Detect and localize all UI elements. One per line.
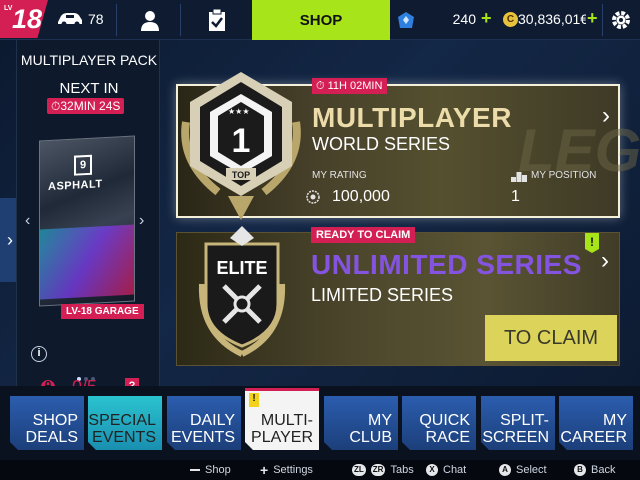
divider bbox=[602, 4, 603, 36]
shop-tab[interactable]: SHOP bbox=[252, 0, 390, 40]
profile-icon[interactable] bbox=[138, 8, 162, 32]
chevron-right-icon[interactable]: › bbox=[601, 247, 609, 275]
svg-text:★★★: ★★★ bbox=[228, 107, 250, 116]
unlimited-series-title: UNLIMITED SERIES bbox=[311, 249, 582, 280]
hint-back[interactable]: B Back bbox=[574, 464, 615, 476]
a-button-icon: A bbox=[499, 464, 511, 476]
tab-quick-race[interactable]: QUICK RACE bbox=[402, 396, 476, 450]
pack-prev-chevron-icon[interactable]: ‹ bbox=[25, 212, 30, 230]
clipboard-check-icon[interactable] bbox=[205, 8, 229, 32]
level-number: 18 bbox=[12, 4, 43, 34]
laurel-icon bbox=[306, 190, 320, 204]
level-badge[interactable]: LV 18 bbox=[0, 0, 48, 38]
tokens-amount: 240 bbox=[452, 11, 476, 27]
alert-icon: ! bbox=[585, 233, 599, 253]
alert-icon: ! bbox=[249, 393, 259, 407]
tab-split-screen[interactable]: SPLIT- SCREEN bbox=[481, 396, 555, 450]
pack-next-chevron-icon[interactable]: › bbox=[139, 212, 144, 230]
pack-timer-text: 32MIN 24S bbox=[60, 99, 121, 113]
hint-settings[interactable]: + Settings bbox=[260, 462, 313, 478]
shop-tab-label: SHOP bbox=[299, 11, 343, 29]
chevron-right-icon[interactable]: › bbox=[602, 102, 610, 130]
tab-my-club[interactable]: MY CLUB bbox=[324, 396, 398, 450]
position-label: MY POSITION bbox=[531, 170, 597, 181]
zr-button-icon: ZR bbox=[370, 464, 386, 476]
tab-label: DAILY EVENTS bbox=[170, 412, 235, 446]
gear-icon[interactable] bbox=[609, 8, 633, 32]
emblem-label: TOP bbox=[232, 170, 250, 180]
hint-select[interactable]: A Select bbox=[499, 464, 547, 476]
divider bbox=[180, 4, 181, 36]
event-timer-text: 11H 02MIN bbox=[327, 80, 383, 92]
brand-number: 9 bbox=[74, 154, 92, 176]
controller-hints-bar: Shop + Settings ZL ZR Tabs X Chat A Select BB… bbox=[0, 460, 640, 480]
hint-tabs[interactable]: ZL ZR Tabs bbox=[352, 464, 414, 476]
rating-label: MY RATING bbox=[312, 170, 367, 181]
top-bar: LV 18 78 SHOP 240 + C 30,836,01€ + bbox=[0, 0, 640, 40]
tab-shop-deals[interactable]: SHOP DEALS bbox=[10, 396, 84, 450]
emblem-rank: 1 bbox=[232, 122, 251, 160]
tab-special-events[interactable]: SPECIAL EVENTS bbox=[88, 396, 162, 450]
b-button-icon: B bbox=[574, 464, 586, 476]
token-icon bbox=[398, 12, 414, 28]
to-claim-button[interactable]: TO CLAIM bbox=[485, 315, 617, 361]
tab-multiplayer[interactable]: ! MULTI- PLAYER bbox=[245, 388, 319, 450]
stopwatch-icon: ⏱ bbox=[316, 80, 325, 92]
tab-label: MULTI- PLAYER bbox=[251, 412, 313, 446]
tab-daily-events[interactable]: DAILY EVENTS bbox=[167, 396, 241, 450]
car-icon[interactable] bbox=[56, 11, 84, 27]
add-tokens-button[interactable]: + bbox=[481, 8, 492, 29]
pack-timer: ⏱32MIN 24S bbox=[47, 98, 125, 114]
tab-label: SPLIT- SCREEN bbox=[482, 412, 549, 446]
unlimited-series-subtitle: LIMITED SERIES bbox=[311, 285, 454, 305]
brand-logo-text: ASPHALT bbox=[48, 178, 103, 194]
tab-label: SHOP DEALS bbox=[25, 412, 78, 446]
ready-to-claim-badge: READY TO CLAIM bbox=[311, 227, 416, 243]
tab-label: MY CAREER bbox=[560, 412, 627, 446]
position-value: 1 bbox=[511, 188, 520, 205]
tab-label: MY CLUB bbox=[349, 412, 392, 446]
zl-button-icon: ZL bbox=[352, 464, 366, 476]
pack-next-in-label: NEXT IN bbox=[59, 80, 119, 97]
stopwatch-icon: ⏱ bbox=[51, 99, 61, 113]
tab-my-career[interactable]: MY CAREER bbox=[559, 396, 633, 450]
elite-emblem: ELITE bbox=[198, 226, 286, 357]
x-button-icon: X bbox=[426, 464, 438, 476]
minus-button-icon bbox=[190, 469, 200, 471]
hint-chat[interactable]: X Chat bbox=[426, 464, 466, 476]
event-timer-badge: ⏱ 11H 02MIN bbox=[312, 78, 388, 94]
pack-tier-tag: LV-18 GARAGE bbox=[61, 304, 144, 319]
divider bbox=[116, 4, 117, 36]
rating-value: 100,000 bbox=[332, 188, 390, 205]
pack-title: MULTIPLAYER PACK bbox=[20, 52, 158, 68]
elite-label: ELITE bbox=[216, 258, 267, 278]
coin-icon: C bbox=[503, 12, 518, 27]
cars-owned-count: 78 bbox=[88, 11, 104, 27]
pack-card-image[interactable]: 9 ASPHALT bbox=[39, 135, 135, 307]
to-claim-label: TO CLAIM bbox=[503, 326, 599, 349]
pack-pagination-dots bbox=[77, 368, 107, 381]
hint-shop[interactable]: Shop bbox=[190, 464, 231, 476]
multiplayer-subtitle: WORLD SERIES bbox=[312, 134, 451, 154]
tab-label: QUICK RACE bbox=[419, 412, 470, 446]
bottom-tab-bar: SHOP DEALS SPECIAL EVENTS DAILY EVENTS ! MU… bbox=[0, 386, 640, 460]
tab-label: SPECIAL EVENTS bbox=[88, 412, 156, 446]
plus-button-icon: + bbox=[260, 462, 269, 478]
top-rank-emblem: 1 ★★★ TOP bbox=[181, 72, 301, 220]
multiplayer-title: MULTIPLAYER bbox=[312, 102, 512, 133]
pack-art-stripe bbox=[40, 224, 134, 300]
info-icon[interactable]: i bbox=[31, 346, 47, 362]
multiplayer-pack-panel[interactable]: MULTIPLAYER PACK NEXT IN ⏱32MIN 24S ‹ › … bbox=[16, 40, 160, 397]
credits-amount: 30,836,01€ bbox=[518, 11, 586, 27]
add-credits-button[interactable]: + bbox=[587, 8, 598, 29]
podium-icon bbox=[511, 172, 527, 182]
